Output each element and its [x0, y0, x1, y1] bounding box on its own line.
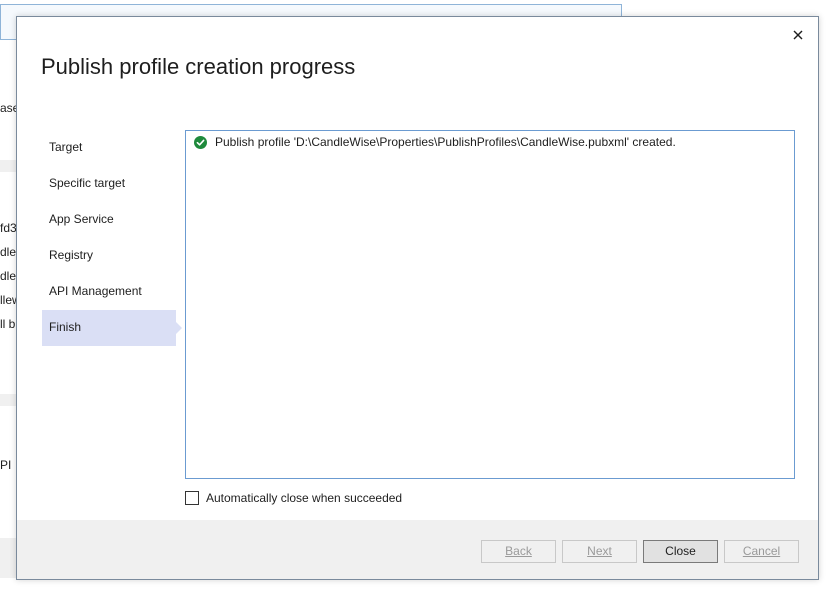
- check-circle-icon: [194, 135, 207, 149]
- background-text-fragment: dleV: [0, 245, 16, 259]
- close-icon[interactable]: [790, 27, 806, 43]
- publish-progress-dialog: Publish profile creation progress Target…: [16, 16, 819, 580]
- background-text-fragment: ase: [0, 101, 16, 115]
- dialog-footer: Back Next Close Cancel: [17, 520, 818, 579]
- background-text-fragment: llew: [0, 293, 16, 307]
- dialog-title: Publish profile creation progress: [41, 54, 356, 79]
- step-registry[interactable]: Registry: [42, 238, 176, 274]
- background-text-fragment: fd3: [0, 221, 16, 235]
- log-message: Publish profile 'D:\CandleWise\Propertie…: [215, 135, 676, 149]
- step-specific-target[interactable]: Specific target: [42, 166, 176, 202]
- background-band: [0, 394, 16, 406]
- background-band: [0, 538, 16, 578]
- step-api-management[interactable]: API Management: [42, 274, 176, 310]
- progress-log-panel: Publish profile 'D:\CandleWise\Propertie…: [185, 130, 795, 479]
- step-app-service[interactable]: App Service: [42, 202, 176, 238]
- background-text-fragment: dleV: [0, 269, 16, 283]
- auto-close-checkbox[interactable]: [185, 491, 199, 505]
- background-text-fragment: PI: [0, 458, 12, 472]
- step-target[interactable]: Target: [42, 130, 176, 166]
- cancel-button[interactable]: Cancel: [724, 540, 799, 563]
- close-button[interactable]: Close: [643, 540, 718, 563]
- step-finish[interactable]: Finish: [42, 310, 182, 346]
- log-entry: Publish profile 'D:\CandleWise\Propertie…: [194, 135, 676, 149]
- background-text-fragment: ll b: [0, 317, 16, 331]
- auto-close-option[interactable]: Automatically close when succeeded: [185, 491, 402, 505]
- next-button[interactable]: Next: [562, 540, 637, 563]
- back-button[interactable]: Back: [481, 540, 556, 563]
- background-band: [0, 160, 16, 172]
- auto-close-label: Automatically close when succeeded: [206, 491, 403, 505]
- wizard-steps: Target Specific target App Service Regis…: [42, 130, 182, 346]
